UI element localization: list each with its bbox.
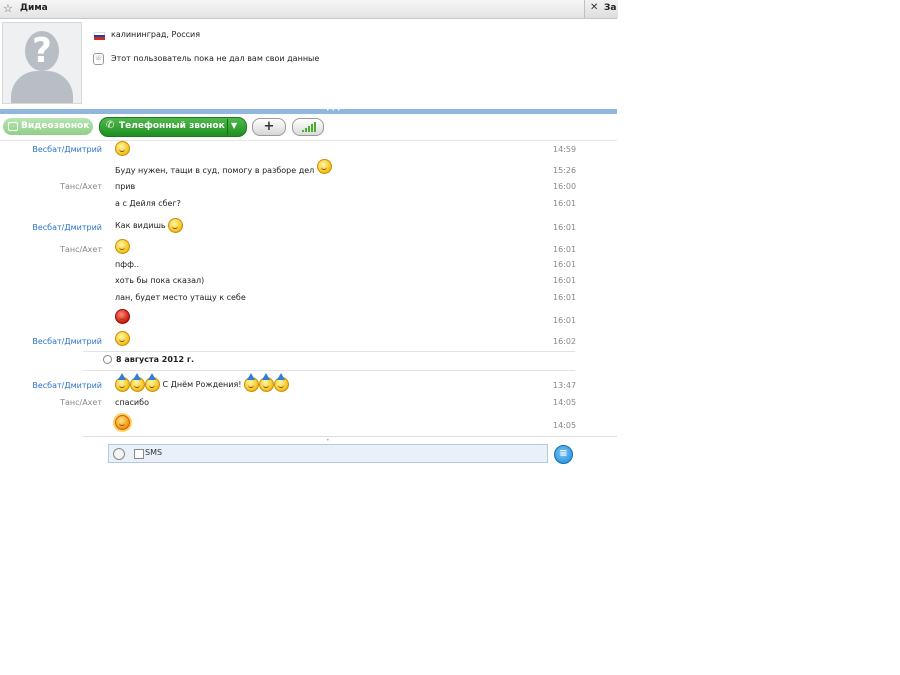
avatar-placeholder-icon: ? [32,31,52,71]
message-text [115,331,130,346]
message-time: 14:05 [553,398,577,407]
video-call-button[interactable]: Видеозвонок [3,118,93,135]
party-emoticon-icon [259,373,275,392]
russia-flag-icon [94,32,105,40]
message-sender[interactable]: Танс/Ахет [60,245,102,254]
date-separator: 8 августа 2012 г. [103,355,194,364]
party-emoticon-icon [244,373,260,392]
message-sender[interactable]: Весбат/Дмитрий [32,145,102,154]
avatar: ? [2,22,82,104]
avatar-body [11,71,73,103]
message-text [115,239,130,254]
message-time: 16:01 [553,245,577,254]
party-emoticon-icon [274,373,290,392]
signal-bar-1-icon [302,130,304,132]
send-button[interactable]: ≡ [554,445,573,464]
message-text: а с Дейля сбег? [115,199,181,208]
date-separator-line [83,351,575,352]
message-sender[interactable]: Весбат/Дмитрий [32,381,102,390]
message-sender[interactable]: Весбат/Дмитрий [32,337,102,346]
sms-checkbox[interactable] [134,449,144,459]
signal-bar-3-icon [308,126,310,132]
message-sender[interactable]: Танс/Ахет [60,398,102,407]
message-text: лан, будет место утащу к себе [115,293,246,302]
second-tab-label: За [604,3,617,13]
add-button[interactable]: + [252,118,286,136]
phone-call-button[interactable]: ✆ Телефонный звонок ▼ [99,117,247,137]
chat-history[interactable]: Весбат/Дмитрий 14:59 Буду нужен, тащи в … [0,141,617,435]
date-separator-line [83,370,575,371]
message-text: хоть бы пока сказал) [115,276,205,285]
message-time: 14:59 [553,145,577,154]
party-emoticon-icon [130,373,145,392]
contact-location: калининград, Россия [111,30,201,39]
call-toolbar: Видеозвонок ✆ Телефонный звонок ▼ + [0,114,617,141]
phone-info-icon: ☏ [93,53,104,65]
smile-emoticon-icon [168,218,184,233]
party-emoticon-icon [115,373,130,392]
message-time: 15:26 [553,166,577,175]
sun-emoticon-icon [115,415,130,430]
message-text: спасибо [115,398,149,407]
smile-emoticon-icon [316,159,332,174]
message-text-content: С Днём Рождения! [162,380,242,389]
message-text-content: Буду нужен, тащи в суд, помогу в разборе… [115,166,315,175]
message-time: 16:02 [553,337,577,346]
message-text [115,309,130,324]
message-time: 16:01 [553,223,577,232]
signal-bar-5-icon [314,122,316,132]
video-camera-icon [8,122,18,131]
phone-call-separator [227,119,228,135]
message-text: Как видишь [115,218,184,233]
message-text [115,141,130,156]
phone-icon: ✆ [106,120,115,131]
call-quality-button[interactable] [292,118,324,136]
flag-stripe-red [94,37,105,40]
message-text: С Днём Рождения! [115,373,290,392]
message-time: 14:05 [553,421,577,430]
second-tab[interactable]: ✕ За [584,0,618,18]
smile-emoticon-icon [115,141,130,156]
smile-emoticon-icon [115,331,130,346]
message-text-content: Как видишь [115,221,166,230]
signal-bar-4-icon [311,124,313,132]
message-time: 16:00 [553,182,577,191]
message-time: 16:01 [553,293,577,302]
input-resize-grip-icon[interactable]: • [326,437,330,444]
message-time: 16:01 [553,260,577,269]
sms-label: SMS [145,448,163,457]
emoticon-picker-icon[interactable] [113,448,125,460]
title-bar: ☆ Дима ✕ За [0,0,618,19]
message-text: пфф.. [115,260,139,269]
message-text [115,415,130,430]
message-time: 16:01 [553,276,577,285]
input-divider [83,436,617,437]
favorite-star-icon[interactable]: ☆ [3,2,13,16]
clock-icon [103,355,112,364]
divider-grip-icon[interactable]: • • • [326,108,340,114]
skype-chat-window: ☆ Дима ✕ За ? калининград, Россия ☏ Этот… [0,0,618,464]
message-time: 16:01 [553,316,577,325]
message-time: 16:01 [553,199,577,208]
signal-bar-2-icon [305,128,307,132]
message-text: Буду нужен, тащи в суд, помогу в разборе… [115,159,332,178]
date-separator-label: 8 августа 2012 г. [116,355,195,364]
video-call-label: Видеозвонок [21,121,90,131]
devil-emoticon-icon [115,309,130,324]
party-emoticon-icon [145,373,160,392]
smile-emoticon-icon [115,239,130,254]
message-time: 13:47 [553,381,577,390]
message-sender[interactable]: Весбат/Дмитрий [32,223,102,232]
message-text: прив [115,182,136,191]
contact-name-title: Дима [20,3,48,13]
close-icon[interactable]: ✕ [590,2,598,13]
phone-call-label: Телефонный звонок [119,121,225,131]
message-sender[interactable]: Танс/Ахет [60,182,102,191]
chevron-down-icon[interactable]: ▼ [231,121,237,130]
contact-info-text: Этот пользователь пока не дал вам свои д… [111,54,320,63]
message-input[interactable]: SMS [108,444,548,463]
